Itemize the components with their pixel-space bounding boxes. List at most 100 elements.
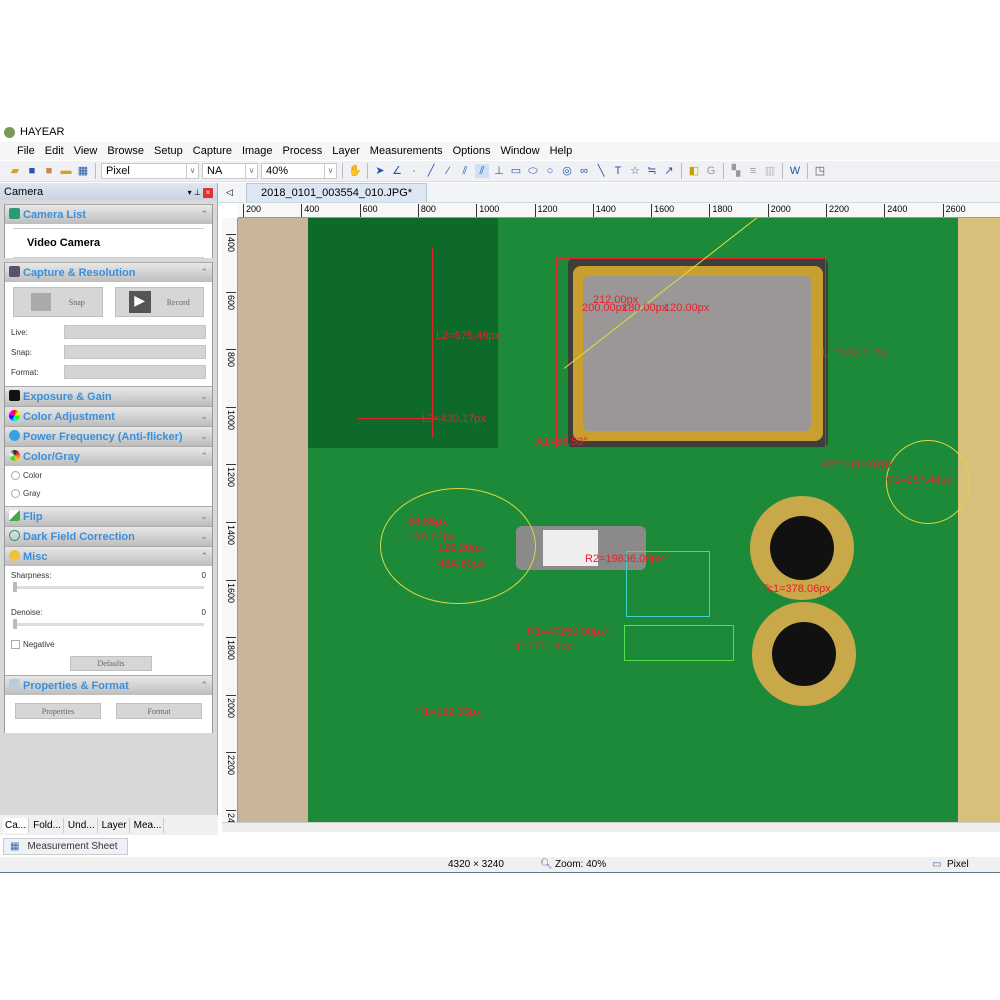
rectangle-icon[interactable]: ▭ [509, 164, 523, 178]
properties-button[interactable]: Properties [15, 703, 101, 719]
misc-header[interactable]: Misc ⌃ [5, 546, 212, 566]
slider-handle[interactable] [13, 582, 17, 592]
pointer-icon[interactable]: ➤ [373, 164, 387, 178]
expand-icon[interactable]: ⌄ [200, 411, 208, 422]
measure-label[interactable]: Tc1=378.06px [762, 583, 831, 595]
format-button[interactable]: Format [116, 703, 202, 719]
dark-field-header[interactable]: Dark Field Correction ⌄ [5, 526, 212, 546]
double-parallel-icon[interactable]: ⫽ [475, 164, 489, 178]
open-icon[interactable]: ▰ [8, 164, 22, 178]
hand-icon[interactable]: ✋ [348, 164, 362, 178]
menu-setup[interactable]: Setup [149, 145, 188, 157]
camera-list-header[interactable]: Camera List ⌃ [5, 204, 212, 224]
menu-window[interactable]: Window [495, 145, 544, 157]
panel-menu-icon[interactable]: ▾ ⊥ [188, 188, 203, 197]
menu-file[interactable]: File [12, 145, 40, 157]
line-icon[interactable]: ╱ [424, 164, 438, 178]
measure-label[interactable]: 122.20px [438, 542, 483, 554]
color-gray-header[interactable]: Color/Gray ⌃ [5, 446, 212, 466]
collapse-icon[interactable]: ⌃ [200, 451, 208, 462]
menu-image[interactable]: Image [237, 145, 278, 157]
tab-folder[interactable]: Fold... [31, 817, 64, 833]
polyline-icon[interactable]: ⁄ [441, 164, 455, 178]
expand-icon[interactable]: ⌄ [200, 531, 208, 542]
menu-capture[interactable]: Capture [188, 145, 237, 157]
sharpness-slider[interactable] [13, 582, 204, 592]
concentric-icon[interactable]: ◎ [560, 164, 574, 178]
measure-label[interactable]: 48A.60px [438, 558, 484, 570]
circle-icon[interactable]: ○ [543, 164, 557, 178]
measure-label[interactable]: L2=575.46px [436, 330, 500, 342]
close-icon[interactable]: × [203, 187, 213, 198]
record-button[interactable]: ▶ Record [114, 287, 204, 317]
collapse-icon[interactable]: ⌃ [200, 267, 208, 278]
gray-radio[interactable]: Gray [5, 484, 212, 502]
measure-label[interactable]: P2=1342.97px [822, 459, 893, 471]
folder-icon[interactable]: ▬ [59, 164, 73, 178]
collapse-icon[interactable]: ⌃ [200, 680, 208, 691]
measure-label[interactable]: 180.00px [622, 302, 667, 314]
arc-icon[interactable]: ╲ [594, 164, 608, 178]
parallel-icon[interactable]: ⫽ [458, 164, 472, 178]
perpendicular-icon[interactable]: ⊥ [492, 164, 506, 178]
save-icon[interactable]: ■ [25, 164, 39, 178]
link-icon[interactable]: ∞ [577, 164, 591, 178]
snap-button[interactable]: Snap [13, 287, 103, 317]
zoom-select[interactable]: 40% ∨ [261, 163, 337, 179]
word-export-icon[interactable]: W [788, 164, 802, 178]
measure-label[interactable]: L3=430.17px [422, 413, 486, 425]
menu-edit[interactable]: Edit [40, 145, 69, 157]
measure-label[interactable]: 120.00px [664, 302, 709, 314]
capture-header[interactable]: Capture & Resolution ⌃ [5, 262, 212, 282]
measure-label[interactable]: P1=122.33px [416, 706, 481, 718]
measure-label[interactable]: A1=56.53° [536, 436, 588, 448]
measure-label[interactable]: L1=202.21px [822, 347, 886, 359]
collapse-icon[interactable]: ⌃ [200, 209, 208, 220]
collapse-icon[interactable]: ⌃ [200, 551, 208, 562]
measure-label[interactable]: 200.00px [582, 302, 627, 314]
exposure-header[interactable]: Exposure & Gain ⌄ [5, 386, 212, 406]
menu-help[interactable]: Help [545, 145, 578, 157]
scale-bar-icon[interactable]: ≒ [645, 164, 659, 178]
calibrate-icon[interactable]: ◧ [687, 164, 701, 178]
power-frequency-header[interactable]: Power Frequency (Anti-flicker) ⌄ [5, 426, 212, 446]
text-icon[interactable]: T [611, 164, 625, 178]
denoise-slider[interactable] [13, 619, 204, 629]
image-canvas[interactable]: L2=575.46px L3=430.17px A1=56.53° 212.00… [238, 218, 1000, 822]
menu-view[interactable]: View [69, 145, 103, 157]
ellipse-icon[interactable]: ⬭ [526, 164, 540, 178]
measurement-sheet-tab[interactable]: ▦ Measurement Sheet [3, 838, 128, 855]
arrow-icon[interactable]: ↗ [662, 164, 676, 178]
point-icon[interactable]: · [407, 164, 421, 178]
format-select[interactable] [64, 365, 206, 379]
measure-label[interactable]: L4=177.18px [508, 641, 572, 653]
tab-layer[interactable]: Layer [100, 817, 130, 833]
expand-icon[interactable]: ⌄ [200, 511, 208, 522]
color-radio[interactable]: Color [5, 466, 212, 484]
tab-camera[interactable]: Ca... [3, 817, 30, 833]
measure-label[interactable]: R2=19836.00px² [585, 553, 667, 565]
expand-icon[interactable]: ⌄ [200, 391, 208, 402]
menu-browse[interactable]: Browse [102, 145, 149, 157]
magnification-select[interactable]: NA ∨ [202, 163, 258, 179]
measure-label[interactable]: 84.85px [408, 516, 447, 528]
snap-select[interactable] [64, 345, 206, 359]
table-icon[interactable]: ▥ [763, 164, 777, 178]
g-icon[interactable]: G [704, 164, 718, 178]
star-icon[interactable]: ☆ [628, 164, 642, 178]
document-tab[interactable]: 2018_0101_003554_010.JPG* [246, 183, 428, 202]
menu-options[interactable]: Options [448, 145, 496, 157]
menu-layer[interactable]: Layer [327, 145, 365, 157]
menu-measurements[interactable]: Measurements [365, 145, 448, 157]
color-adjustment-header[interactable]: Color Adjustment ⌄ [5, 406, 212, 426]
flip-header[interactable]: Flip ⌄ [5, 506, 212, 526]
horizontal-scrollbar[interactable] [222, 822, 1000, 832]
tab-measurement[interactable]: Mea... [132, 817, 165, 833]
menu-process[interactable]: Process [278, 145, 328, 157]
slider-handle[interactable] [13, 619, 17, 629]
expand-icon[interactable]: ⌄ [200, 431, 208, 442]
tab-undo[interactable]: Und... [66, 817, 98, 833]
layer-icon[interactable]: ▚ [729, 164, 743, 178]
save-as-icon[interactable]: ■ [42, 164, 56, 178]
camera-list-item[interactable]: Video Camera [13, 228, 204, 258]
